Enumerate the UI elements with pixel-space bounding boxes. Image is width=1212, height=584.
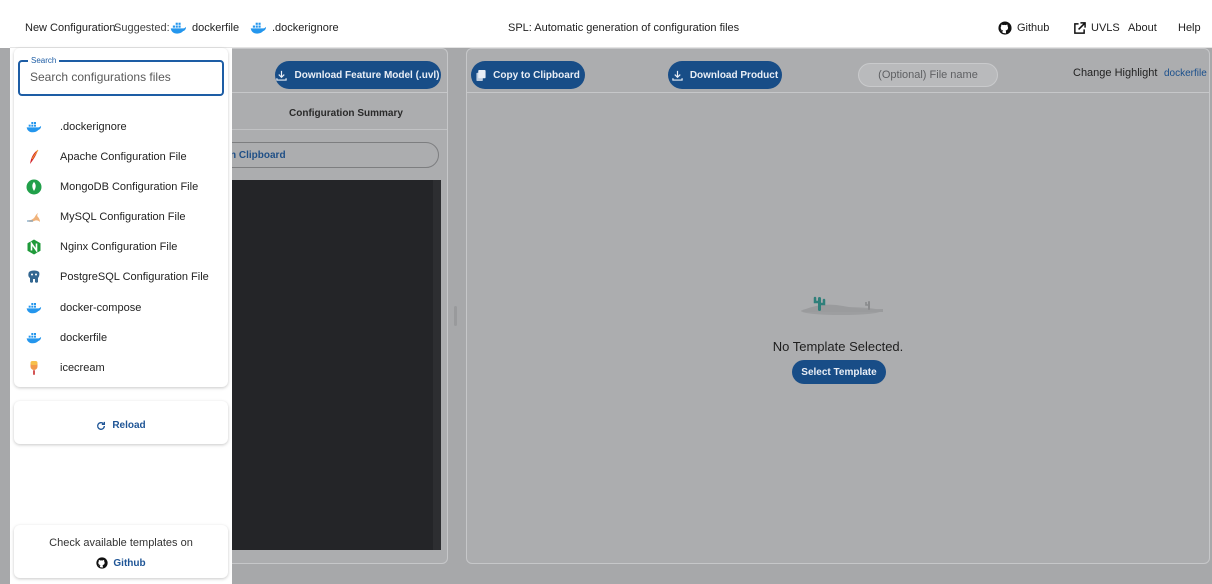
github-link[interactable]: Github: [998, 8, 1049, 48]
external-link-icon: [1073, 21, 1086, 35]
copy-clipboard-label: n Clipboard: [230, 150, 286, 161]
new-configuration-button[interactable]: New Configuration: [25, 8, 116, 48]
feature-model-panel: Download Feature Model (.uvl) Configurat…: [213, 48, 448, 564]
nginx-icon: [26, 239, 42, 255]
list-item-label: .dockerignore: [60, 121, 127, 133]
list-item-label: docker-compose: [60, 302, 142, 314]
list-item-label: MySQL Configuration File: [60, 211, 186, 223]
highlight-language-value: dockerfile: [1164, 68, 1207, 79]
templates-github-card: Check available templates on Github: [14, 525, 228, 578]
list-item-dockerfile[interactable]: dockerfile: [14, 323, 228, 353]
suggestion-dockerignore[interactable]: .dockerignore: [250, 8, 339, 48]
file-name-placeholder: (Optional) File name: [878, 69, 978, 81]
copy-icon: [476, 69, 486, 81]
list-item-label: PostgreSQL Configuration File: [60, 271, 209, 283]
code-scrollbar[interactable]: [433, 180, 441, 550]
postgresql-elephant-icon: [26, 269, 42, 285]
download-product-label: Download Product: [689, 69, 779, 81]
change-highlight-text: Change Highlight: [1073, 67, 1158, 79]
icecream-icon: [26, 360, 42, 376]
templates-text: Check available templates on: [14, 537, 228, 549]
help-link[interactable]: Help: [1178, 8, 1201, 48]
suggested-text: Suggested:: [114, 22, 170, 34]
configuration-summary-label: Configuration Summary: [289, 108, 403, 119]
reload-card: Reload: [14, 401, 228, 444]
docker-icon: [250, 22, 267, 34]
search-field[interactable]: Search: [18, 55, 224, 96]
app-title: SPL: Automatic generation of configurati…: [508, 8, 739, 48]
select-template-label: Select Template: [801, 366, 877, 378]
templates-text-label: Check available templates on: [49, 537, 193, 549]
tab-configuration-summary[interactable]: Configuration Summary: [289, 108, 403, 119]
docker-icon: [170, 22, 187, 34]
list-item-label: Nginx Configuration File: [60, 241, 178, 253]
templates-github-label: Github: [113, 557, 146, 569]
list-item-mongodb[interactable]: MongoDB Configuration File: [14, 172, 228, 202]
help-label: Help: [1178, 22, 1201, 34]
list-item-mysql[interactable]: MySQL Configuration File: [14, 202, 228, 232]
download-icon: [672, 70, 683, 81]
download-feature-model-label: Download Feature Model (.uvl): [294, 69, 440, 81]
list-item-label: dockerfile: [60, 332, 108, 344]
mysql-dolphin-icon: [26, 209, 42, 225]
apache-feather-icon: [26, 149, 42, 165]
highlight-language-select[interactable]: dockerfile: [1164, 68, 1207, 79]
docker-icon: [26, 330, 42, 346]
list-item-docker-compose[interactable]: docker-compose: [14, 293, 228, 323]
copy-to-clipboard-label: Copy to Clipboard: [493, 69, 580, 81]
list-item-postgresql[interactable]: PostgreSQL Configuration File: [14, 262, 228, 292]
select-template-button[interactable]: Select Template: [792, 360, 886, 384]
tab-divider: [227, 129, 447, 130]
copy-to-clipboard-button[interactable]: Copy to Clipboard: [471, 61, 585, 89]
code-preview: [227, 180, 441, 550]
template-list-card: Search .dockerignore Apache Configuratio…: [14, 48, 228, 387]
list-item-dockerignore[interactable]: .dockerignore: [14, 112, 228, 142]
about-label: About: [1128, 22, 1157, 34]
reload-label: Reload: [112, 420, 146, 431]
list-item-nginx[interactable]: Nginx Configuration File: [14, 232, 228, 262]
download-icon: [276, 70, 288, 81]
about-link[interactable]: About: [1128, 8, 1157, 48]
github-icon: [998, 21, 1012, 35]
copy-clipboard-button[interactable]: n Clipboard: [213, 142, 439, 168]
download-product-button[interactable]: Download Product: [668, 61, 782, 89]
docker-icon: [26, 119, 42, 135]
list-item-label: MongoDB Configuration File: [60, 181, 199, 193]
list-item-label: icecream: [60, 362, 105, 374]
top-bar: New Configuration Suggested: dockerfile …: [10, 8, 1212, 48]
github-icon: [96, 557, 109, 569]
search-legend: Search: [28, 55, 60, 66]
download-feature-model-button[interactable]: Download Feature Model (.uvl): [275, 61, 441, 89]
empty-desert-illustration: [783, 292, 893, 316]
suggestion-dockerfile[interactable]: dockerfile: [170, 8, 239, 48]
docker-icon: [26, 300, 42, 316]
suggestion-label: dockerfile: [192, 22, 240, 34]
reload-button[interactable]: Reload: [14, 420, 228, 431]
product-panel: Copy to Clipboard Download Product (Opti…: [466, 48, 1210, 564]
uvls-label: UVLS: [1091, 22, 1120, 34]
mongodb-leaf-icon: [26, 179, 42, 195]
search-input[interactable]: [30, 70, 215, 84]
list-item-apache[interactable]: Apache Configuration File: [14, 142, 228, 172]
list-item-label: Apache Configuration File: [60, 151, 187, 163]
templates-github-link[interactable]: Github: [14, 557, 228, 569]
template-sidebar: Search .dockerignore Apache Configuratio…: [10, 48, 232, 584]
change-highlight-label: Change Highlight: [1073, 67, 1157, 79]
file-name-input[interactable]: (Optional) File name: [858, 63, 998, 87]
list-item-icecream[interactable]: icecream: [14, 353, 228, 383]
uvls-link[interactable]: UVLS: [1073, 8, 1120, 48]
resize-handle[interactable]: [454, 306, 457, 326]
no-template-message: No Template Selected.: [467, 339, 1209, 354]
new-configuration-label: New Configuration: [25, 22, 116, 34]
suggested-label: Suggested:: [114, 8, 170, 48]
github-label: Github: [1017, 22, 1050, 34]
app-title-text: SPL: Automatic generation of configurati…: [508, 22, 740, 34]
suggestion-label: .dockerignore: [272, 22, 339, 34]
no-template-text: No Template Selected.: [772, 339, 904, 354]
reload-icon: [96, 421, 106, 431]
